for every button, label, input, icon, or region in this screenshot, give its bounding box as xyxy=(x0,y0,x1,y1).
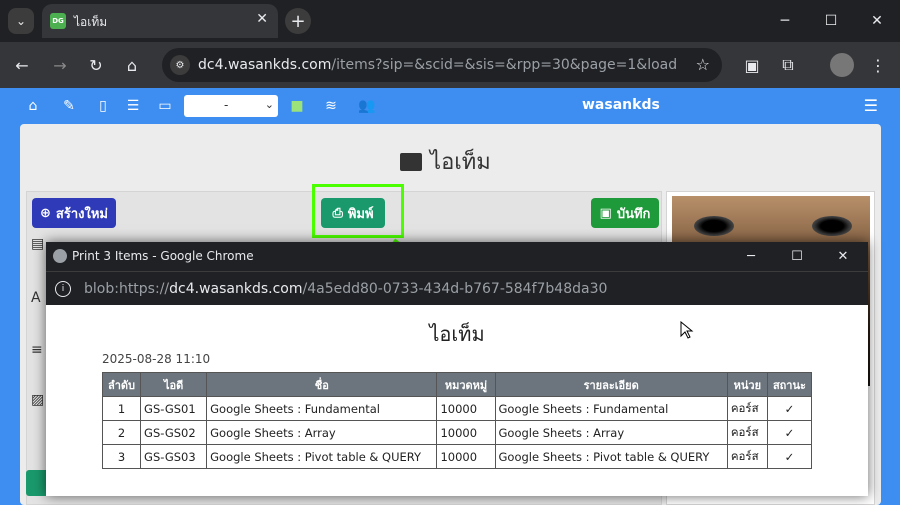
document-nav-icon[interactable]: ▯ xyxy=(94,97,112,115)
info-icon[interactable]: i xyxy=(55,281,71,297)
profile-avatar[interactable] xyxy=(830,53,854,77)
cell-index: 2 xyxy=(101,420,142,445)
font-icon: A xyxy=(31,290,41,306)
cell-index: 1 xyxy=(101,396,142,421)
layers-nav-icon[interactable]: ≋ xyxy=(322,97,340,115)
list-nav-icon[interactable]: ☰ xyxy=(124,97,142,115)
cell-unit: คอร์ส xyxy=(726,396,768,421)
cell-index: 3 xyxy=(101,444,142,469)
edit-nav-icon[interactable]: ✎ xyxy=(60,97,78,115)
app-select[interactable]: - ⌄ xyxy=(184,95,278,117)
table-header-row: ลำดับ ไอดี ชื่อ หมวดหมู่ รายละเอียด หน่ว… xyxy=(101,372,813,397)
cell-unit: คอร์ส xyxy=(726,444,768,469)
maximize-button[interactable]: ☐ xyxy=(808,0,854,42)
cell-category: 10000 xyxy=(436,444,496,469)
popup-address-bar[interactable]: i blob:https://dc4.wasankds.com/4a5edd80… xyxy=(46,271,868,305)
new-button[interactable]: ⊕ สร้างใหม่ xyxy=(32,198,116,228)
close-tab-icon[interactable]: ✕ xyxy=(256,11,268,27)
bookmark-star-icon[interactable]: ☆ xyxy=(696,55,710,74)
home-nav-icon[interactable]: ⌂ xyxy=(24,97,42,115)
tab-search-button[interactable]: ⌄ xyxy=(8,8,34,34)
box-icon xyxy=(400,153,422,171)
column-header: ไอดี xyxy=(140,372,208,397)
cell-status: ✓ xyxy=(766,420,813,445)
table-row: 2 GS-GS02 Google Sheets : Array 10000 Go… xyxy=(101,420,813,445)
cell-unit: คอร์ส xyxy=(726,420,768,445)
globe-icon xyxy=(53,249,67,263)
popup-minimize-button[interactable]: ─ xyxy=(728,242,774,271)
cell-description: Google Sheets : Array xyxy=(494,420,728,445)
address-bar[interactable]: ⚙ dc4.wasankds.com/items?sip=&scid=&sis=… xyxy=(162,48,722,82)
popup-window-title: Print 3 Items - Google Chrome xyxy=(72,249,254,263)
minimize-button[interactable]: ─ xyxy=(762,0,808,42)
browser-tab-bar: ⌄ DG ไอเท็ม ✕ + ─ ☐ ✕ xyxy=(0,0,900,42)
column-header: หมวดหมู่ xyxy=(436,372,496,397)
column-header: ชื่อ xyxy=(206,372,438,397)
cell-status: ✓ xyxy=(766,396,813,421)
username[interactable]: wasankds xyxy=(582,97,660,113)
close-window-button[interactable]: ✕ xyxy=(854,0,900,42)
browser-toolbar: ← → ↻ ⌂ ⚙ dc4.wasankds.com/items?sip=&sc… xyxy=(0,42,900,88)
back-icon[interactable]: ← xyxy=(10,53,34,77)
items-table: ลำดับ ไอดี ชื่อ หมวดหมู่ รายละเอียด หน่ว… xyxy=(101,372,813,469)
extensions-icon[interactable]: ⧉ xyxy=(776,53,800,77)
bottom-button[interactable] xyxy=(26,470,48,496)
url-text[interactable]: dc4.wasankds.com/items?sip=&scid=&sis=&r… xyxy=(198,57,678,73)
column-header: หน่วย xyxy=(726,372,768,397)
print-doc-title: ไอเท็ม xyxy=(429,322,485,346)
print-button-highlight xyxy=(312,184,404,238)
cell-id: GS-GS01 xyxy=(140,396,208,421)
cell-description: Google Sheets : Fundamental xyxy=(494,396,728,421)
cell-category: 10000 xyxy=(436,396,496,421)
print-doc-date: 2025-08-28 11:10 xyxy=(102,352,211,366)
page-title: ไอเท็ม xyxy=(400,144,491,179)
column-header: รายละเอียด xyxy=(494,372,728,397)
forward-icon[interactable]: → xyxy=(48,53,72,77)
cell-description: Google Sheets : Pivot table & QUERY xyxy=(494,444,728,469)
users-nav-icon[interactable]: 👥 xyxy=(356,97,378,115)
cast-icon[interactable]: ▣ xyxy=(740,53,764,77)
cell-name: Google Sheets : Fundamental xyxy=(206,396,438,421)
cell-id: GS-GS02 xyxy=(140,420,208,445)
browser-tab[interactable]: DG ไอเท็ม ✕ xyxy=(42,4,278,38)
home-icon[interactable]: ⌂ xyxy=(120,53,144,77)
hamburger-menu-icon[interactable]: ☰ xyxy=(864,96,878,115)
site-info-icon[interactable]: ⚙ xyxy=(170,55,190,75)
mouse-cursor-icon xyxy=(680,321,694,339)
popup-close-button[interactable]: ✕ xyxy=(820,242,866,271)
reload-icon[interactable]: ↻ xyxy=(84,53,108,77)
id-card-icon: ▤ xyxy=(31,236,45,252)
cell-name: Google Sheets : Array xyxy=(206,420,438,445)
cell-status: ✓ xyxy=(766,444,813,469)
menu-kebab-icon[interactable]: ⋮ xyxy=(866,53,890,77)
new-tab-button[interactable]: + xyxy=(285,8,311,34)
print-popup-window: Print 3 Items - Google Chrome ─ ☐ ✕ i bl… xyxy=(46,242,868,496)
popup-title-bar: Print 3 Items - Google Chrome ─ ☐ ✕ xyxy=(46,242,868,271)
app-navbar: ⌂ ✎ ▯ ☰ ▭ - ⌄ ■ ≋ 👥 wasankds ☰ xyxy=(0,88,900,124)
favicon-icon: DG xyxy=(50,13,66,29)
box-nav-icon[interactable]: ■ xyxy=(288,97,306,115)
table-row: 3 GS-GS03 Google Sheets : Pivot table & … xyxy=(101,444,813,469)
save-button[interactable]: ▣ บันทึก xyxy=(591,198,659,228)
cell-category: 10000 xyxy=(436,420,496,445)
column-header: ลำดับ xyxy=(101,372,142,397)
column-header: สถานะ xyxy=(766,372,813,397)
table-row: 1 GS-GS01 Google Sheets : Fundamental 10… xyxy=(101,396,813,421)
popup-url-text[interactable]: blob:https://dc4.wasankds.com/4a5edd80-0… xyxy=(84,281,607,297)
cell-id: GS-GS03 xyxy=(140,444,208,469)
popup-maximize-button[interactable]: ☐ xyxy=(774,242,820,271)
tab-title: ไอเท็ม xyxy=(74,15,108,29)
money-nav-icon[interactable]: ▭ xyxy=(156,97,174,115)
image-icon: ▨ xyxy=(31,392,45,408)
align-icon: ≡ xyxy=(31,342,43,358)
cell-name: Google Sheets : Pivot table & QUERY xyxy=(206,444,438,469)
